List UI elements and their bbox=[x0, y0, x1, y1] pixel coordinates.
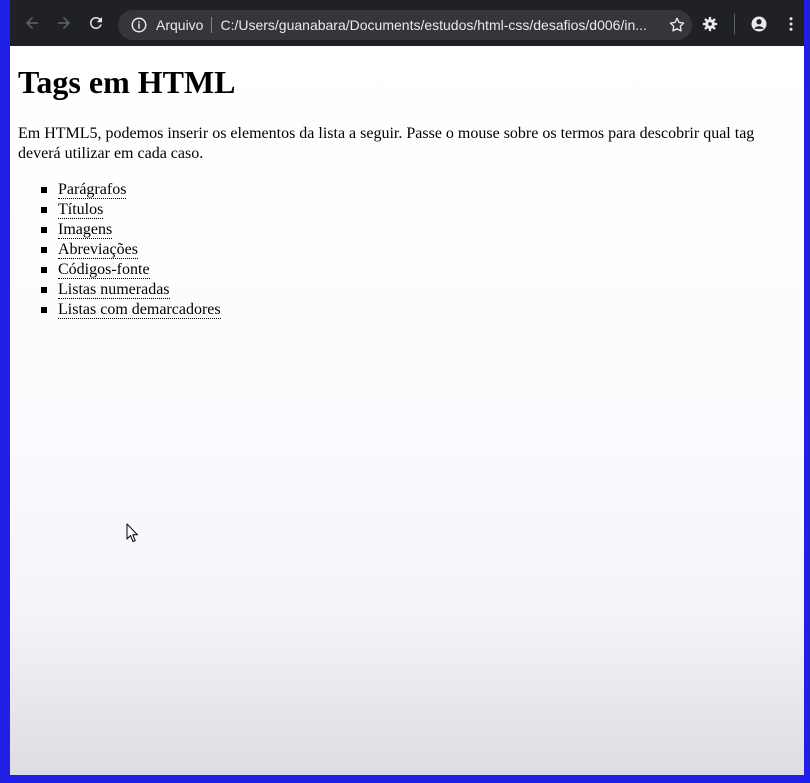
term-codigos-fonte[interactable]: Códigos-fonte bbox=[58, 261, 150, 279]
page-title: Tags em HTML bbox=[18, 64, 236, 100]
bullet-marker bbox=[41, 267, 47, 273]
bullet-marker bbox=[41, 247, 47, 253]
url-text[interactable]: C:/Users/guanabara/Documents/estudos/htm… bbox=[220, 17, 662, 33]
extension-button[interactable] bbox=[694, 8, 726, 40]
list-item: Títulos bbox=[18, 200, 221, 220]
omnibox-separator bbox=[211, 17, 213, 33]
term-abreviacoes[interactable]: Abreviações bbox=[58, 241, 138, 259]
account-icon bbox=[751, 16, 767, 32]
list-item: Abreviações bbox=[18, 240, 221, 260]
term-imagens[interactable]: Imagens bbox=[58, 221, 113, 239]
term-listas-numeradas[interactable]: Listas numeradas bbox=[58, 281, 170, 299]
account-button[interactable] bbox=[743, 8, 775, 40]
address-bar[interactable]: Arquivo C:/Users/guanabara/Documents/est… bbox=[118, 10, 692, 40]
bookmark-button[interactable] bbox=[662, 10, 692, 40]
list-item: Listas com demarcadores bbox=[18, 300, 221, 320]
list-item: Imagens bbox=[18, 220, 221, 240]
reload-button[interactable] bbox=[80, 7, 112, 39]
extension-gear-icon bbox=[702, 16, 718, 32]
tag-list: Parágrafos Títulos Imagens Abreviações C… bbox=[18, 180, 221, 320]
star-icon bbox=[669, 17, 685, 32]
list-item: Códigos-fonte bbox=[18, 260, 221, 280]
browser-toolbar: Arquivo C:/Users/guanabara/Documents/est… bbox=[10, 0, 804, 46]
term-titulos[interactable]: Títulos bbox=[58, 201, 104, 219]
mouse-cursor-icon bbox=[126, 523, 138, 542]
bullet-marker bbox=[41, 187, 47, 193]
menu-button[interactable] bbox=[775, 8, 804, 40]
browser-window: Arquivo C:/Users/guanabara/Documents/est… bbox=[10, 0, 804, 775]
back-arrow-icon bbox=[26, 17, 38, 29]
toolbar-right bbox=[694, 8, 804, 40]
term-paragrafos[interactable]: Parágrafos bbox=[58, 181, 127, 199]
bullet-marker bbox=[41, 227, 47, 233]
toolbar-divider bbox=[734, 14, 735, 34]
bullet-marker bbox=[41, 307, 47, 313]
term-listas-demarcadores[interactable]: Listas com demarcadores bbox=[58, 301, 221, 319]
bullet-marker bbox=[41, 287, 47, 293]
menu-dots-icon bbox=[789, 17, 793, 31]
info-icon[interactable] bbox=[130, 16, 148, 34]
security-label[interactable]: Arquivo bbox=[156, 17, 203, 33]
forward-arrow-icon bbox=[58, 17, 70, 29]
forward-button[interactable] bbox=[48, 7, 80, 39]
page-content: Tags em HTML Em HTML5, podemos inserir o… bbox=[10, 46, 804, 775]
back-button[interactable] bbox=[16, 7, 48, 39]
reload-icon bbox=[89, 16, 102, 29]
list-item: Parágrafos bbox=[18, 180, 221, 200]
bullet-marker bbox=[41, 207, 47, 213]
list-item: Listas numeradas bbox=[18, 280, 221, 300]
intro-paragraph: Em HTML5, podemos inserir os elementos d… bbox=[18, 125, 755, 162]
